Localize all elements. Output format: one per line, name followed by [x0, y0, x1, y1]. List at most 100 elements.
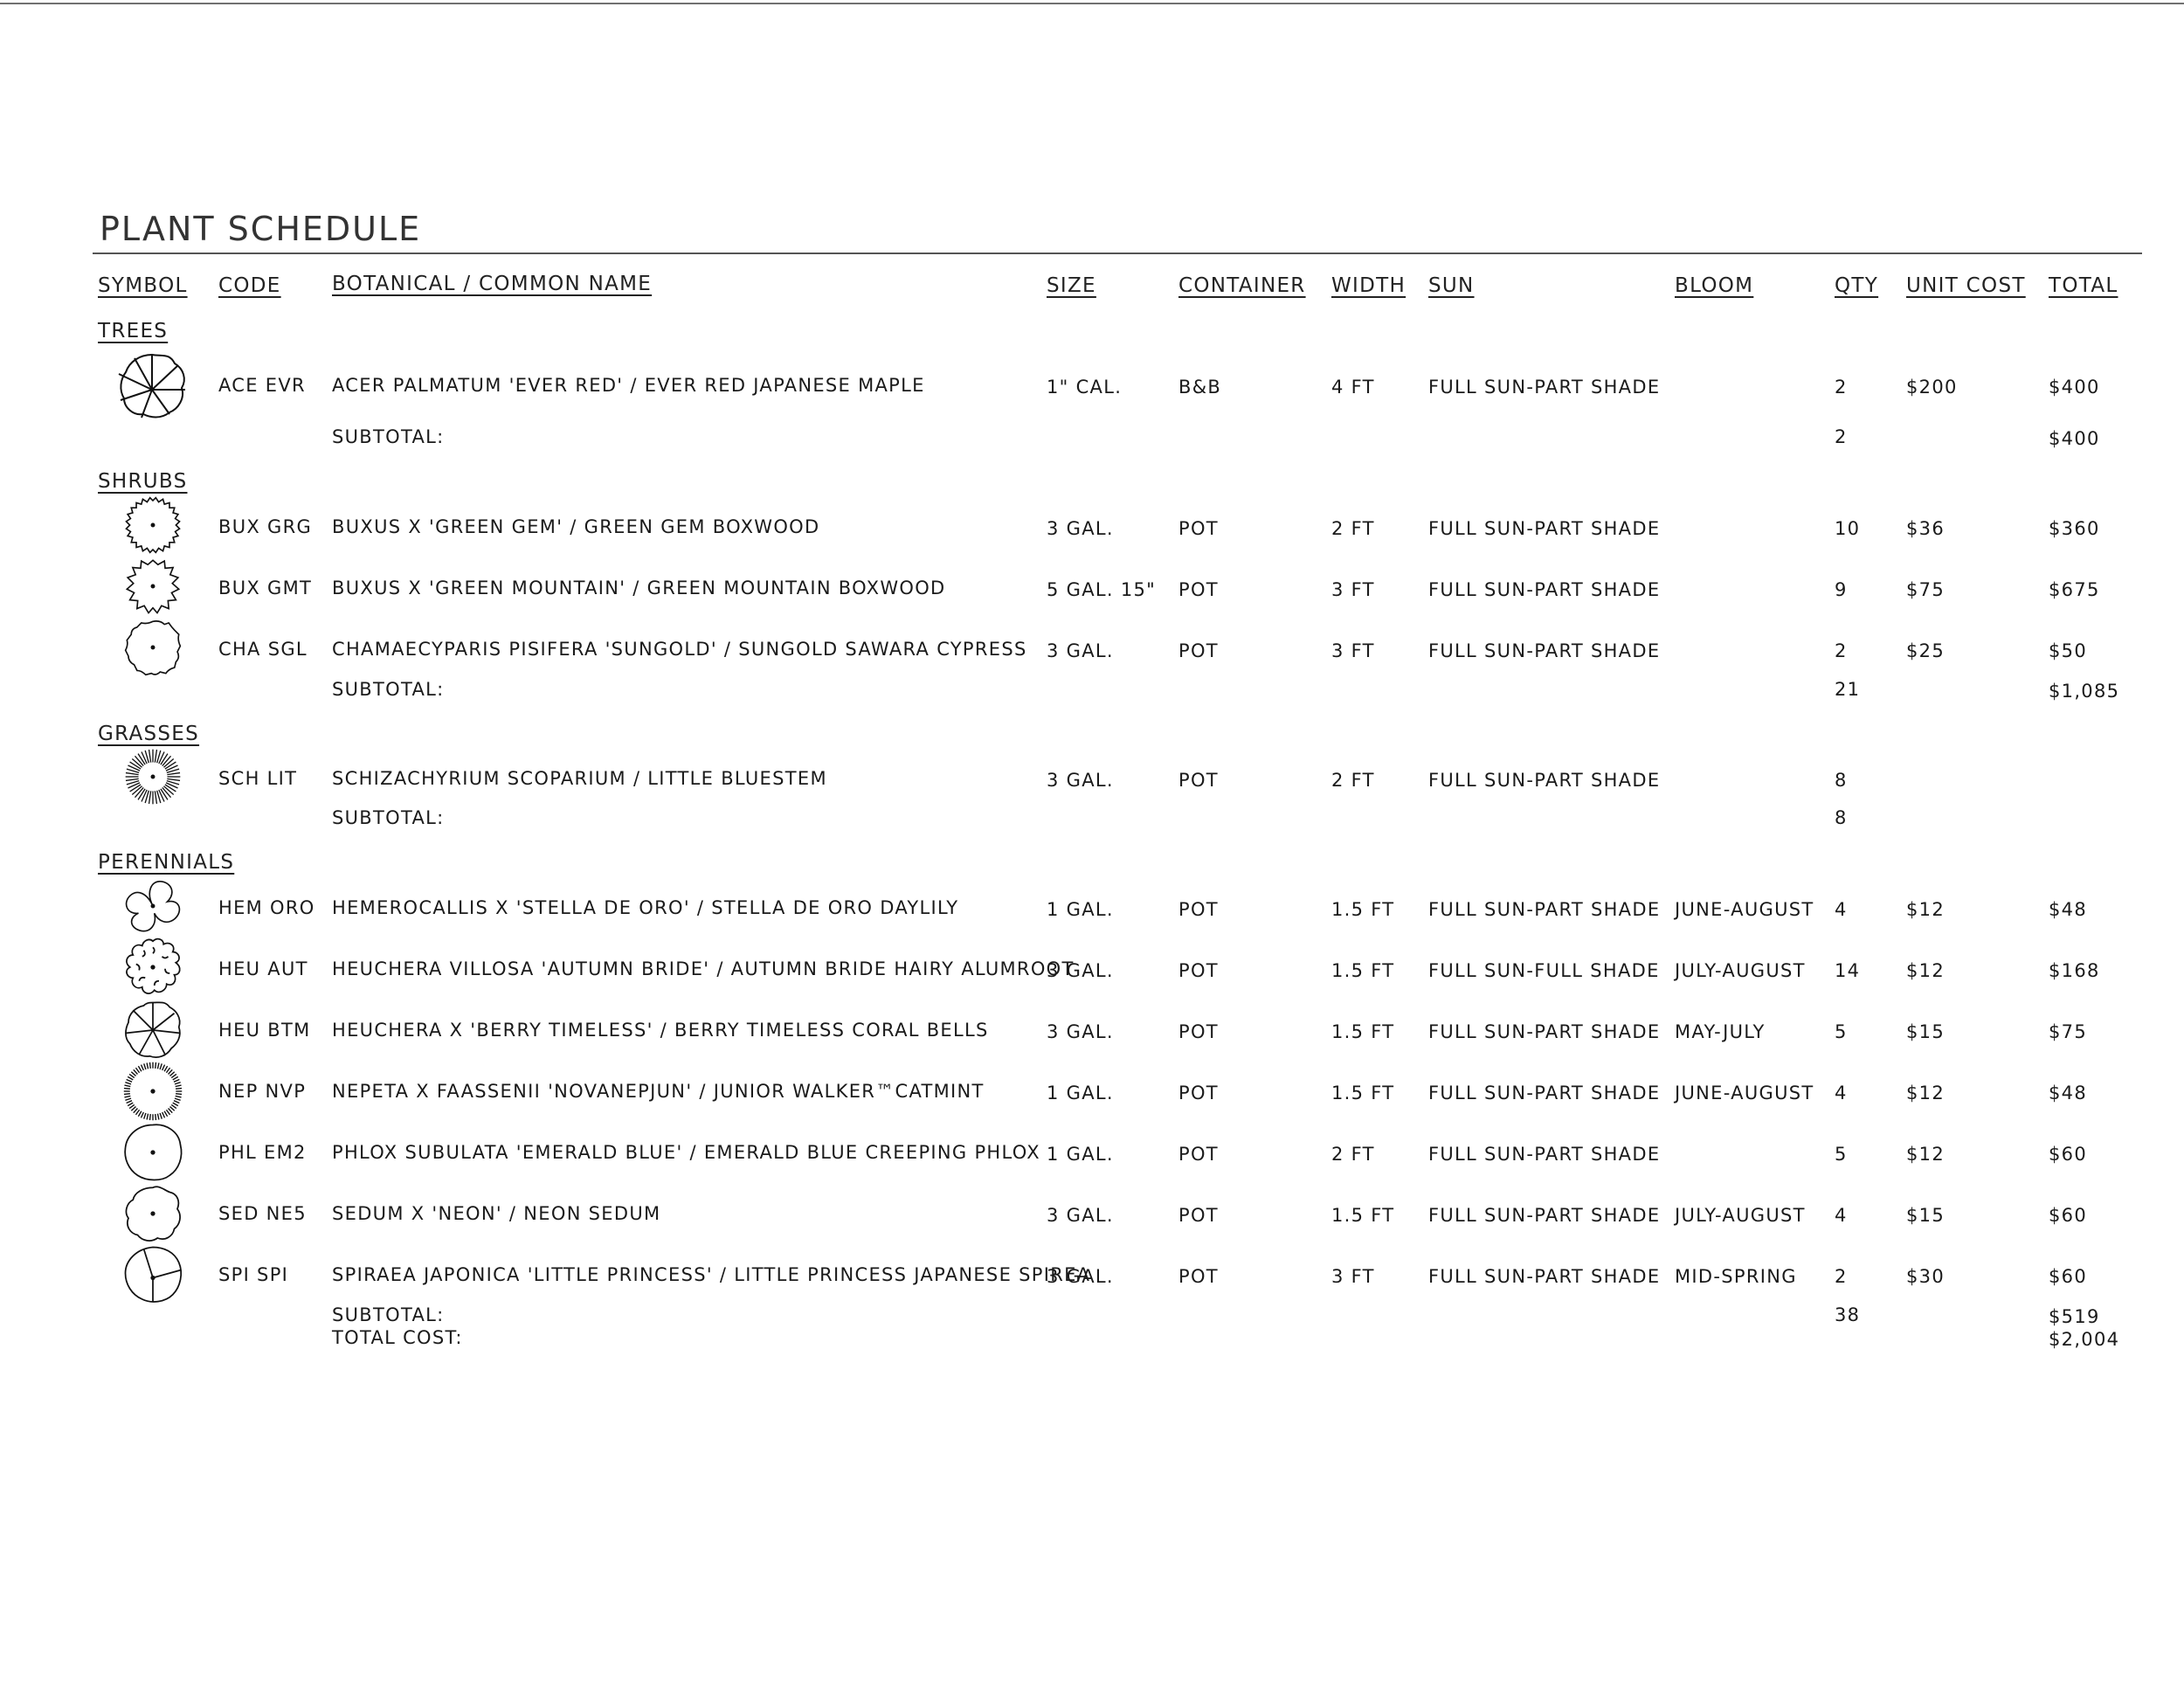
row-bloom: MAY-JULY — [1675, 1021, 1766, 1042]
row-total: $360 — [2049, 518, 2100, 539]
row-code: HEM ORO — [218, 897, 315, 918]
row-code: PHL EM2 — [218, 1142, 307, 1163]
row-width: 1.5 FT — [1331, 1083, 1395, 1103]
row-size: 1 GAL. — [1047, 899, 1114, 920]
row-width: 1.5 FT — [1331, 960, 1395, 981]
row-qty: 4 — [1835, 1083, 1848, 1103]
phlox-symbol — [122, 1122, 192, 1192]
subtotal-qty: 38 — [1835, 1304, 1861, 1325]
row-width: 4 FT — [1331, 377, 1375, 398]
row-width: 3 FT — [1331, 1266, 1375, 1287]
row-name: BUXUS X 'GREEN GEM' / GREEN GEM BOXWOOD — [332, 516, 820, 537]
row-total: $168 — [2049, 960, 2100, 981]
row-container: POT — [1178, 1144, 1219, 1165]
subtotal-label: SUBTOTAL: — [332, 807, 445, 828]
row-width: 3 FT — [1331, 579, 1375, 600]
row-code: SCH LIT — [218, 768, 298, 789]
category-perennials: PERENNIALS — [98, 851, 235, 874]
catmint-symbol — [122, 1061, 192, 1131]
row-unit-cost: $12 — [1906, 899, 1945, 920]
row-size: 3 GAL. — [1047, 1266, 1114, 1287]
row-name: BUXUS X 'GREEN MOUNTAIN' / GREEN MOUNTAI… — [332, 578, 946, 598]
row-total: $50 — [2049, 640, 2087, 661]
row-container: POT — [1178, 1021, 1219, 1042]
row-qty: 2 — [1835, 640, 1848, 661]
boxwood-shrub-symbol — [124, 496, 194, 566]
cypress-shrub-symbol — [124, 619, 194, 688]
row-sun: FULL SUN-PART SHADE — [1428, 770, 1661, 791]
row-width: 3 FT — [1331, 640, 1375, 661]
category-shrubs: SHRUBS — [98, 470, 188, 493]
row-qty: 2 — [1835, 377, 1848, 398]
row-sun: FULL SUN-PART SHADE — [1428, 1205, 1661, 1226]
row-unit-cost: $12 — [1906, 1083, 1945, 1103]
row-sun: FULL SUN-PART SHADE — [1428, 377, 1661, 398]
maple-tree-symbol — [117, 351, 187, 421]
subtotal-total: $519 — [2049, 1306, 2100, 1327]
row-code: HEU AUT — [218, 958, 308, 979]
row-container: POT — [1178, 1205, 1219, 1226]
row-container: POT — [1178, 770, 1219, 791]
subtotal-total: $400 — [2049, 428, 2100, 449]
row-size: 3 GAL. — [1047, 518, 1114, 539]
row-container: POT — [1178, 899, 1219, 920]
sheet-border-line — [0, 3, 2184, 4]
row-code: BUX GRG — [218, 516, 313, 537]
header-bloom: BLOOM — [1675, 274, 1754, 297]
header-qty: QTY — [1835, 274, 1879, 297]
row-code: NEP NVP — [218, 1081, 307, 1102]
row-container: B&B — [1178, 377, 1222, 398]
total-cost-label: TOTAL COST: — [332, 1327, 463, 1348]
row-width: 1.5 FT — [1331, 1205, 1395, 1226]
subtotal-label: SUBTOTAL: — [332, 679, 445, 700]
row-qty: 14 — [1835, 960, 1861, 981]
row-width: 1.5 FT — [1331, 1021, 1395, 1042]
row-unit-cost: $15 — [1906, 1205, 1945, 1226]
row-sun: FULL SUN-PART SHADE — [1428, 579, 1661, 600]
row-qty: 8 — [1835, 770, 1848, 791]
row-unit-cost: $200 — [1906, 377, 1958, 398]
row-code: BUX GMT — [218, 578, 313, 598]
row-sun: FULL SUN-PART SHADE — [1428, 518, 1661, 539]
header-size: SIZE — [1047, 274, 1096, 297]
row-code: HEU BTM — [218, 1020, 311, 1041]
row-sun: FULL SUN-PART SHADE — [1428, 899, 1661, 920]
row-total: $60 — [2049, 1266, 2087, 1287]
row-name: ACER PALMATUM 'EVER RED' / EVER RED JAPA… — [332, 375, 925, 396]
row-size: 1 GAL. — [1047, 1083, 1114, 1103]
row-code: SPI SPI — [218, 1264, 289, 1285]
spirea-symbol — [122, 1244, 192, 1314]
title-underline — [93, 253, 2142, 254]
heuchera-scalloped-symbol — [122, 937, 192, 1007]
subtotal-qty: 21 — [1835, 679, 1861, 700]
row-name: SPIRAEA JAPONICA 'LITTLE PRINCESS' / LIT… — [332, 1264, 1091, 1285]
row-unit-cost: $12 — [1906, 960, 1945, 981]
row-sun: FULL SUN-PART SHADE — [1428, 1266, 1661, 1287]
row-unit-cost: $15 — [1906, 1021, 1945, 1042]
row-qty: 4 — [1835, 1205, 1848, 1226]
row-size: 5 GAL. 15" — [1047, 579, 1157, 600]
row-name: HEUCHERA VILLOSA 'AUTUMN BRIDE' / AUTUMN… — [332, 958, 1075, 979]
total-cost-value: $2,004 — [2049, 1329, 2120, 1350]
row-total: $400 — [2049, 377, 2100, 398]
row-bloom: JULY-AUGUST — [1675, 1205, 1806, 1226]
row-bloom: JUNE-AUGUST — [1675, 1083, 1814, 1103]
row-qty: 9 — [1835, 579, 1848, 600]
row-name: CHAMAECYPARIS PISIFERA 'SUNGOLD' / SUNGO… — [332, 639, 1027, 660]
row-unit-cost: $25 — [1906, 640, 1945, 661]
header-symbol: SYMBOL — [98, 274, 188, 297]
row-qty: 5 — [1835, 1144, 1848, 1165]
row-size: 1" CAL. — [1047, 377, 1123, 398]
row-sun: FULL SUN-PART SHADE — [1428, 1021, 1661, 1042]
row-size: 3 GAL. — [1047, 960, 1114, 981]
row-unit-cost: $30 — [1906, 1266, 1945, 1287]
header-unit-cost: UNIT COST — [1906, 274, 2026, 297]
coral-bells-symbol — [122, 1000, 192, 1069]
row-sun: FULL SUN-PART SHADE — [1428, 1144, 1661, 1165]
header-total: TOTAL — [2049, 274, 2118, 297]
row-size: 3 GAL. — [1047, 1021, 1114, 1042]
sedum-symbol — [122, 1183, 192, 1253]
row-qty: 10 — [1835, 518, 1861, 539]
row-container: POT — [1178, 1266, 1219, 1287]
row-qty: 5 — [1835, 1021, 1848, 1042]
